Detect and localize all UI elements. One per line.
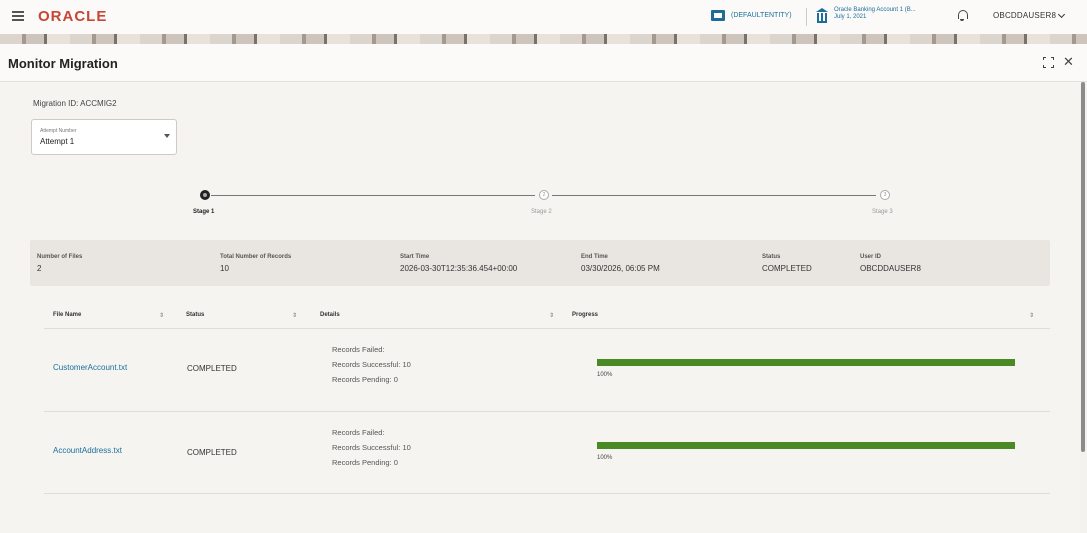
notification-bell-icon[interactable]	[957, 10, 968, 21]
migration-id: Migration ID: ACCMIG2	[33, 99, 117, 108]
column-header-progress[interactable]: Progress	[572, 312, 598, 318]
summary-status: Status COMPLETED	[762, 254, 812, 273]
bank-date: July 1, 2021	[834, 14, 867, 20]
file-name-link[interactable]: AccountAddress.txt	[53, 446, 122, 455]
migration-id-label: Migration ID:	[33, 99, 79, 108]
entity-selector[interactable]: (DEFAULTENTITY)	[711, 10, 792, 21]
menu-icon[interactable]	[12, 11, 24, 21]
step-3-label: Stage 3	[872, 209, 893, 215]
records-successful: Records Successful: 10	[332, 443, 411, 452]
sort-icon[interactable]: ⇕	[549, 312, 554, 319]
decorative-banner	[0, 34, 1087, 44]
table-divider	[44, 411, 1050, 412]
oracle-logo: ORACLE	[38, 8, 108, 25]
file-details: Records Failed: Records Successful: 10 R…	[332, 342, 411, 387]
summary-value: COMPLETED	[762, 264, 812, 273]
attempt-number-label: Attempt Number	[40, 128, 77, 134]
migration-id-value: ACCMIG2	[80, 99, 117, 108]
stepper-track	[211, 195, 535, 196]
step-3-marker[interactable]: 3	[880, 190, 890, 200]
summary-label: Start Time	[400, 254, 430, 260]
bank-icon	[816, 7, 828, 23]
file-status: COMPLETED	[187, 364, 237, 373]
attempt-number-select[interactable]: Attempt Number Attempt 1	[31, 119, 177, 155]
summary-total-records: Total Number of Records 10	[220, 254, 291, 273]
progress-fill	[597, 359, 1015, 366]
summary-label: Number of Files	[37, 254, 83, 260]
caret-down-icon	[164, 134, 170, 138]
file-status: COMPLETED	[187, 448, 237, 457]
records-pending: Records Pending: 0	[332, 458, 398, 467]
records-pending: Records Pending: 0	[332, 375, 398, 384]
summary-value: OBCDDAUSER8	[860, 264, 921, 273]
summary-number-of-files: Number of Files 2	[37, 254, 82, 273]
expand-icon[interactable]	[1043, 57, 1054, 68]
summary-label: Status	[762, 254, 781, 260]
column-header-file-name[interactable]: File Name	[53, 312, 81, 318]
summary-start-time: Start Time 2026-03-30T12:35:36.454+00:00	[400, 254, 517, 273]
user-name: OBCDDAUSER8	[993, 11, 1057, 20]
entity-label: (DEFAULTENTITY)	[731, 12, 792, 19]
summary-value: 03/30/2026, 06:05 PM	[581, 264, 660, 273]
file-name-link[interactable]: CustomerAccount.txt	[53, 363, 127, 372]
summary-value: 2026-03-30T12:35:36.454+00:00	[400, 264, 518, 273]
progress-percent: 100%	[597, 372, 613, 378]
step-1-marker[interactable]	[200, 190, 210, 200]
progress-bar	[597, 442, 1015, 449]
records-failed: Records Failed:	[332, 345, 385, 354]
page-title: Monitor Migration	[8, 56, 118, 71]
bank-name: Oracle Banking Account 1 (B...	[834, 7, 916, 13]
entity-icon	[711, 10, 725, 21]
records-successful: Records Successful: 10	[332, 360, 411, 369]
attempt-number-value: Attempt 1	[40, 137, 75, 146]
app-header: ORACLE (DEFAULTENTITY) Oracle Banking Ac…	[0, 0, 1087, 34]
summary-end-time: End Time 03/30/2026, 06:05 PM	[581, 254, 660, 273]
sort-icon[interactable]: ⇕	[292, 312, 297, 319]
step-1-label: Stage 1	[193, 209, 215, 215]
page-header: Monitor Migration ✕	[0, 44, 1087, 82]
chevron-down-icon	[1058, 10, 1066, 18]
step-2-label: Stage 2	[531, 209, 552, 215]
summary-label: Total Number of Records	[220, 254, 292, 260]
user-menu[interactable]: OBCDDAUSER8	[993, 10, 1066, 20]
records-failed: Records Failed:	[332, 428, 385, 437]
progress-bar	[597, 359, 1015, 366]
summary-label: End Time	[581, 254, 608, 260]
step-2-marker[interactable]: 2	[539, 190, 549, 200]
stepper-track	[552, 195, 876, 196]
sort-icon[interactable]: ⇕	[1029, 312, 1034, 319]
summary-value: 10	[220, 264, 229, 273]
table-header: File Name ⇕ Status ⇕ Details ⇕ Progress …	[44, 312, 1050, 326]
header-divider	[806, 8, 807, 26]
summary-user-id: User ID OBCDDAUSER8	[860, 254, 921, 273]
vertical-scrollbar[interactable]	[1081, 82, 1085, 452]
file-details: Records Failed: Records Successful: 10 R…	[332, 425, 411, 470]
sort-icon[interactable]: ⇕	[159, 312, 164, 319]
close-icon[interactable]: ✕	[1063, 55, 1074, 69]
column-header-details[interactable]: Details	[320, 312, 340, 318]
table-divider	[44, 493, 1050, 494]
summary-value: 2	[37, 264, 42, 273]
summary-label: User ID	[860, 254, 882, 260]
table-divider	[44, 328, 1050, 329]
column-header-status[interactable]: Status	[186, 312, 204, 318]
bank-selector[interactable]: Oracle Banking Account 1 (B... July 1, 2…	[816, 7, 916, 23]
progress-fill	[597, 442, 1015, 449]
progress-percent: 100%	[597, 455, 613, 461]
